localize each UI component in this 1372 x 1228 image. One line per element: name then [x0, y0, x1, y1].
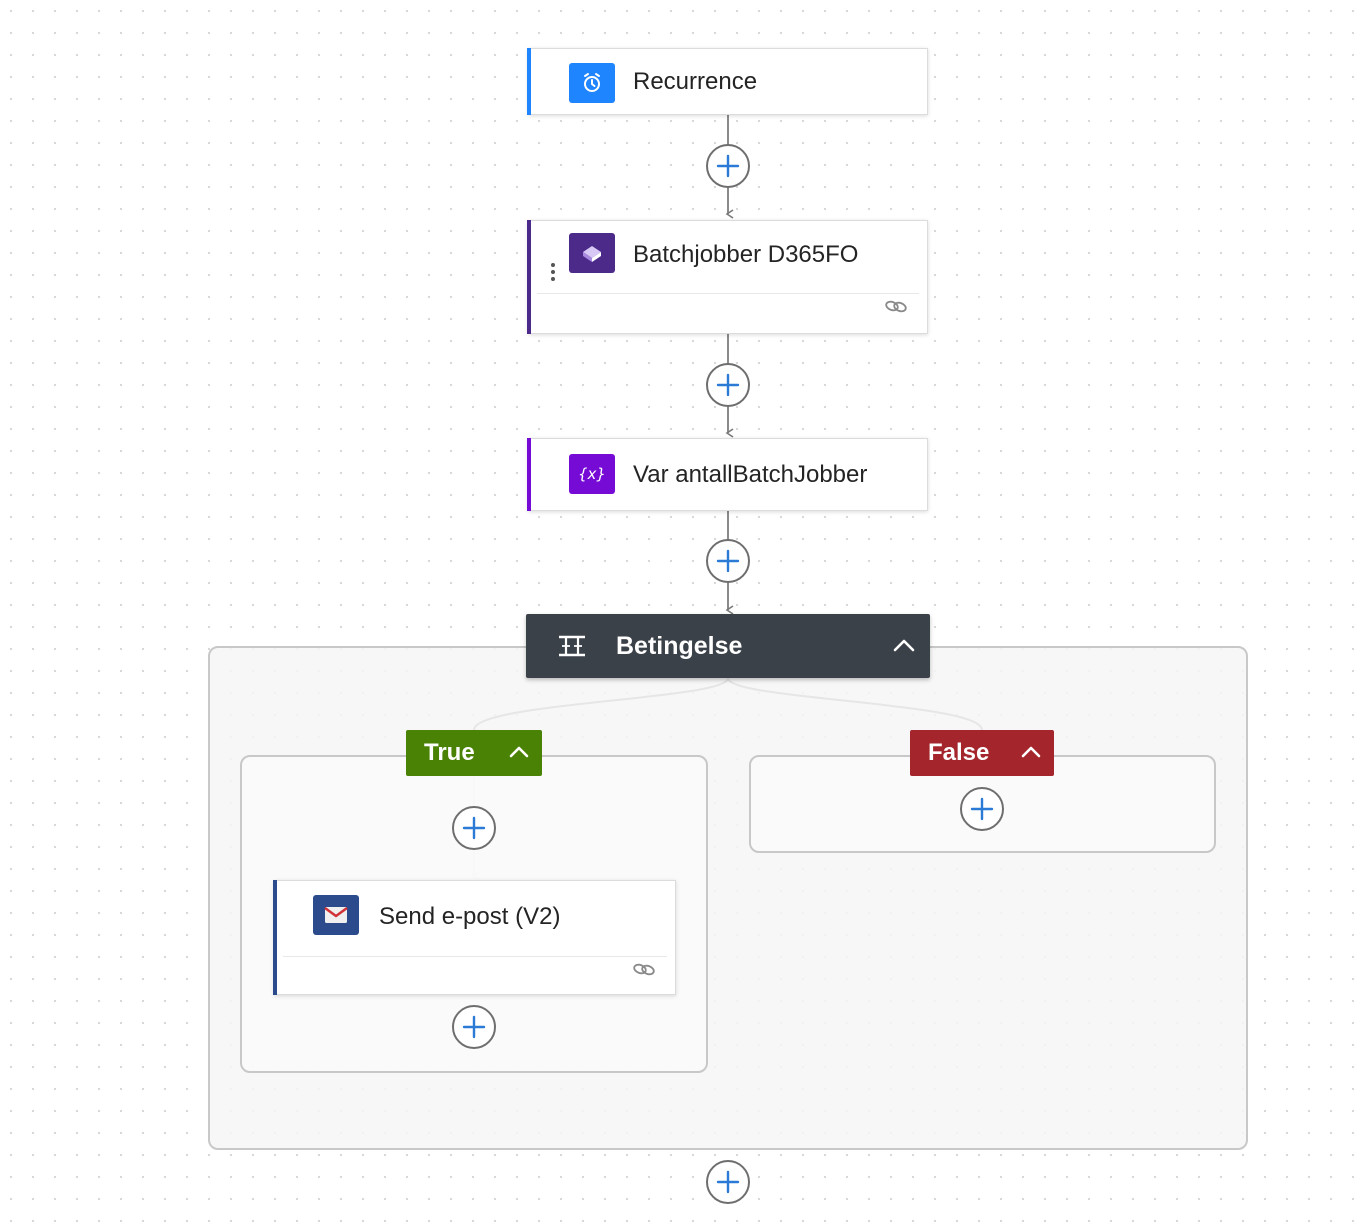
- card-header[interactable]: {x} Var antallBatchJobber: [529, 439, 927, 512]
- false-branch-label[interactable]: False: [910, 730, 1054, 776]
- add-step-button[interactable]: [452, 1005, 496, 1049]
- condition-icon: [556, 632, 588, 665]
- d365-finance-operations-icon: [569, 233, 615, 273]
- add-step-button[interactable]: [452, 806, 496, 850]
- card-header[interactable]: Recurrence: [529, 49, 927, 117]
- true-branch-label[interactable]: True: [406, 730, 542, 776]
- svg-text:{x}: {x}: [578, 465, 606, 483]
- alarm-clock-icon: [569, 63, 615, 103]
- add-step-button[interactable]: [706, 1160, 750, 1204]
- action-card-send-email[interactable]: Send e-post (V2): [273, 880, 676, 995]
- action-card-variable[interactable]: {x} Var antallBatchJobber: [527, 438, 928, 512]
- plus-icon: [716, 373, 740, 397]
- card-title: Batchjobber D365FO: [633, 241, 859, 268]
- card-divider: [283, 956, 667, 957]
- trigger-card-recurrence[interactable]: Recurrence: [527, 48, 928, 117]
- condition-header[interactable]: Betingelse: [526, 614, 930, 678]
- plus-icon: [716, 1170, 740, 1194]
- card-divider: [537, 293, 919, 294]
- connection-link-icon[interactable]: [883, 298, 909, 319]
- add-step-button[interactable]: [706, 144, 750, 188]
- card-title: Send e-post (V2): [379, 903, 561, 930]
- condition-title: Betingelse: [616, 632, 743, 660]
- variable-icon: {x}: [569, 454, 615, 494]
- branch-label-text: True: [424, 739, 475, 766]
- collapse-chevron-icon[interactable]: [890, 632, 918, 665]
- add-step-button[interactable]: [960, 787, 1004, 831]
- branch-label-text: False: [928, 739, 990, 766]
- connection-link-icon[interactable]: [631, 961, 657, 982]
- plus-icon: [716, 549, 740, 573]
- action-card-batchjobber[interactable]: Batchjobber D365FO: [527, 220, 928, 334]
- plus-icon: [462, 816, 486, 840]
- card-header[interactable]: Send e-post (V2): [275, 881, 675, 949]
- plus-icon: [970, 797, 994, 821]
- card-title: Recurrence: [633, 68, 758, 95]
- collapse-chevron-icon[interactable]: [506, 740, 532, 773]
- card-title: Var antallBatchJobber: [633, 461, 868, 488]
- add-step-button[interactable]: [706, 363, 750, 407]
- card-header[interactable]: Batchjobber D365FO: [529, 221, 927, 289]
- outlook-mail-icon: [313, 895, 359, 935]
- flow-designer-canvas: Recurrence Batchjobber D365FO {x} Var an…: [0, 0, 1372, 1228]
- plus-icon: [462, 1015, 486, 1039]
- add-step-button[interactable]: [706, 539, 750, 583]
- collapse-chevron-icon[interactable]: [1018, 740, 1044, 773]
- plus-icon: [716, 154, 740, 178]
